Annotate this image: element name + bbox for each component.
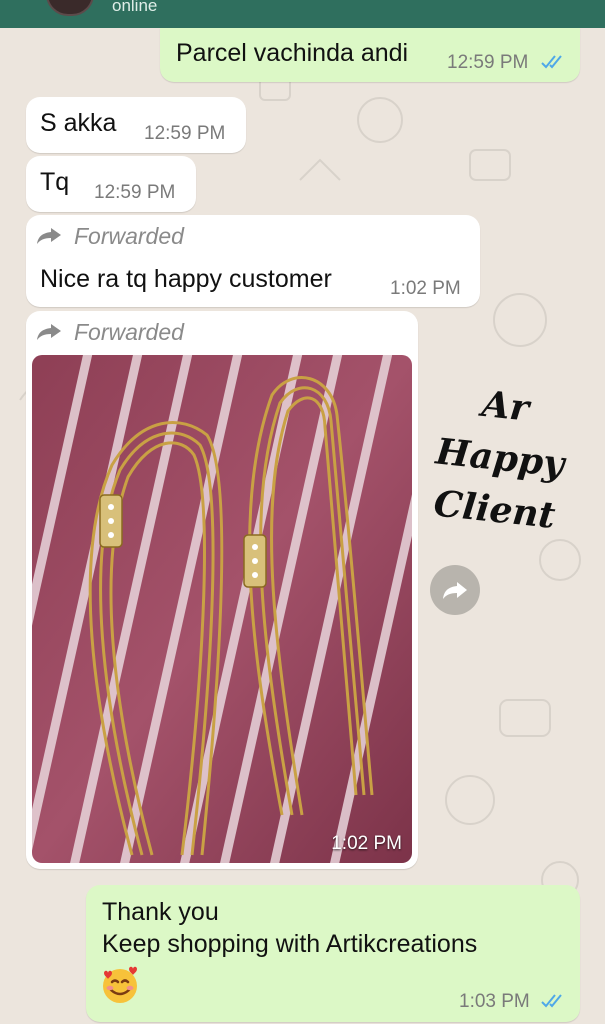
forwarded-label: Forwarded <box>74 223 184 249</box>
message-incoming[interactable]: S akka 12:59 PM <box>26 97 246 153</box>
message-time: 1:03 PM <box>459 991 530 1012</box>
double-check-icon <box>541 55 562 69</box>
message-text: S akka <box>40 109 117 137</box>
forward-arrow-icon <box>37 324 61 340</box>
message-time: 12:59 PM <box>447 52 529 73</box>
share-forward-icon <box>443 582 467 599</box>
message-text-line: Keep shopping with Artikcreations <box>102 930 478 958</box>
message-text: Nice ra tq happy customer <box>40 265 332 293</box>
message-time: 12:59 PM <box>144 123 226 144</box>
forward-media-button[interactable] <box>430 565 480 615</box>
message-text: Tq <box>40 168 70 196</box>
message-time: 12:59 PM <box>94 182 176 203</box>
message-outgoing[interactable]: Parcel vachinda andi 12:59 PM <box>160 28 580 82</box>
contact-status: online <box>112 0 158 15</box>
necklace-photo-illustration <box>32 355 412 863</box>
shared-photo[interactable]: 1:02 PM <box>32 355 412 863</box>
message-text-line: Thank you <box>102 898 219 926</box>
forwarded-label: Forwarded <box>74 319 184 345</box>
smiling-face-with-hearts-emoji <box>103 966 137 1003</box>
message-incoming-forwarded[interactable]: Forwarded Nice ra tq happy customer 1:02… <box>26 215 480 307</box>
message-time: 1:02 PM <box>390 278 461 299</box>
forward-arrow-icon <box>37 228 61 244</box>
message-incoming[interactable]: Tq 12:59 PM <box>26 156 196 212</box>
message-text: Parcel vachinda andi <box>176 39 409 67</box>
message-time: 1:02 PM <box>331 833 402 854</box>
overlay-caption: Ar Happy Client <box>412 372 587 544</box>
double-check-icon <box>541 994 562 1008</box>
contact-avatar[interactable] <box>46 0 94 16</box>
chat-header: online <box>0 0 605 28</box>
